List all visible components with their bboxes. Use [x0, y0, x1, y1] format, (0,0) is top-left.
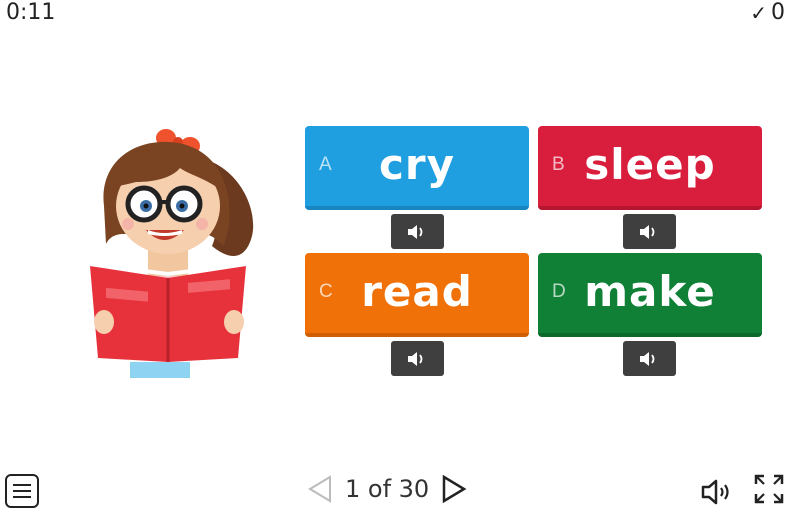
play-sound-a-button[interactable] [391, 214, 444, 249]
answer-word: read [361, 267, 473, 316]
answer-b-button[interactable]: B sleep [538, 126, 762, 210]
answer-word: cry [379, 140, 455, 189]
play-sound-c-button[interactable] [391, 341, 444, 376]
menu-icon-line [13, 484, 31, 486]
pagination: 1 of 30 [305, 470, 469, 508]
play-sound-b-button[interactable] [623, 214, 676, 249]
girl-reading-illustration [90, 129, 254, 378]
speaker-icon [407, 351, 422, 366]
fullscreen-icon[interactable] [752, 472, 786, 506]
previous-button[interactable] [305, 472, 335, 506]
triangle-right-icon [442, 474, 467, 504]
menu-icon-line [13, 490, 31, 492]
speaker-icon [639, 224, 654, 239]
next-button[interactable] [439, 472, 469, 506]
answer-c-button[interactable]: C read [305, 253, 529, 337]
score: ✓ 0 [750, 0, 785, 25]
answer-a-button[interactable]: A cry [305, 126, 529, 210]
speaker-icon [639, 351, 654, 366]
menu-icon-line [13, 496, 31, 498]
speaker-icon [407, 224, 422, 239]
volume-icon[interactable] [700, 478, 734, 506]
answer-word: sleep [584, 140, 716, 189]
answer-word: make [584, 267, 716, 316]
answer-d-button[interactable]: D make [538, 253, 762, 337]
score-value: 0 [771, 0, 785, 25]
page-indicator: 1 of 30 [345, 475, 430, 503]
menu-button[interactable] [5, 474, 39, 508]
triangle-left-icon [308, 475, 331, 503]
check-icon: ✓ [750, 0, 767, 25]
timer: 0:11 [6, 0, 56, 25]
play-sound-d-button[interactable] [623, 341, 676, 376]
